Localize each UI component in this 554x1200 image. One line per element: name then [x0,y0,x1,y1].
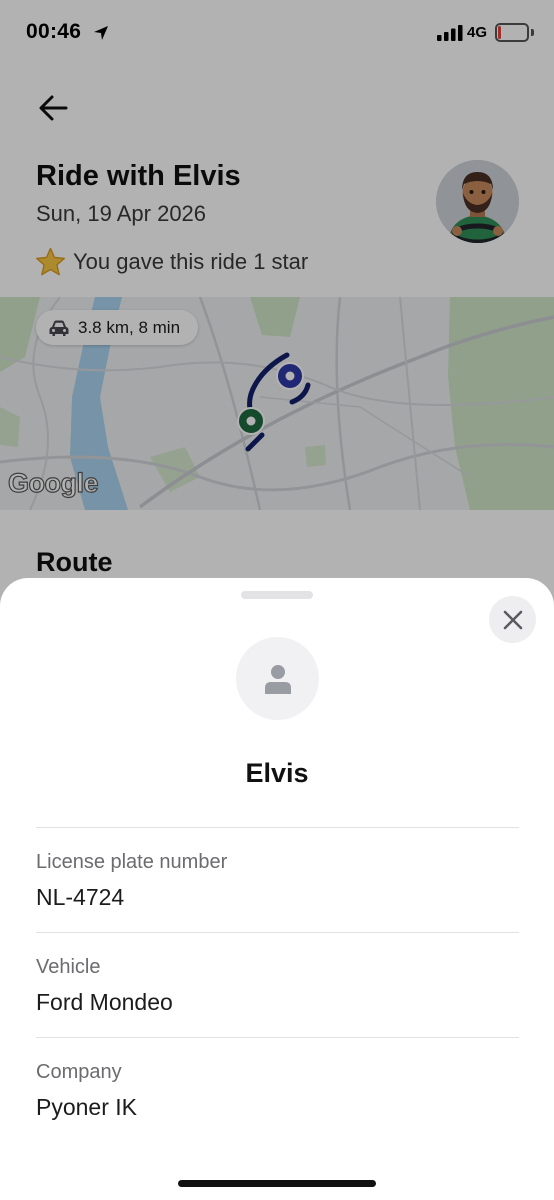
divider [36,827,519,828]
license-plate-label: License plate number [36,851,228,873]
license-plate-value: NL-4724 [36,884,125,910]
company-label: Company [36,1061,122,1083]
company-value: Pyoner IK [36,1094,137,1120]
driver-photo-placeholder [236,637,319,720]
driver-details-sheet: Elvis License plate number NL-4724 Vehic… [0,578,554,1200]
home-indicator[interactable] [178,1180,376,1187]
close-button[interactable] [489,596,536,643]
close-icon [503,610,522,629]
sheet-grabber[interactable] [241,591,313,599]
vehicle-value: Ford Mondeo [36,989,173,1015]
person-icon [264,664,291,694]
driver-name: Elvis [245,758,309,788]
divider [36,932,519,933]
vehicle-label: Vehicle [36,956,101,978]
divider [36,1037,519,1038]
